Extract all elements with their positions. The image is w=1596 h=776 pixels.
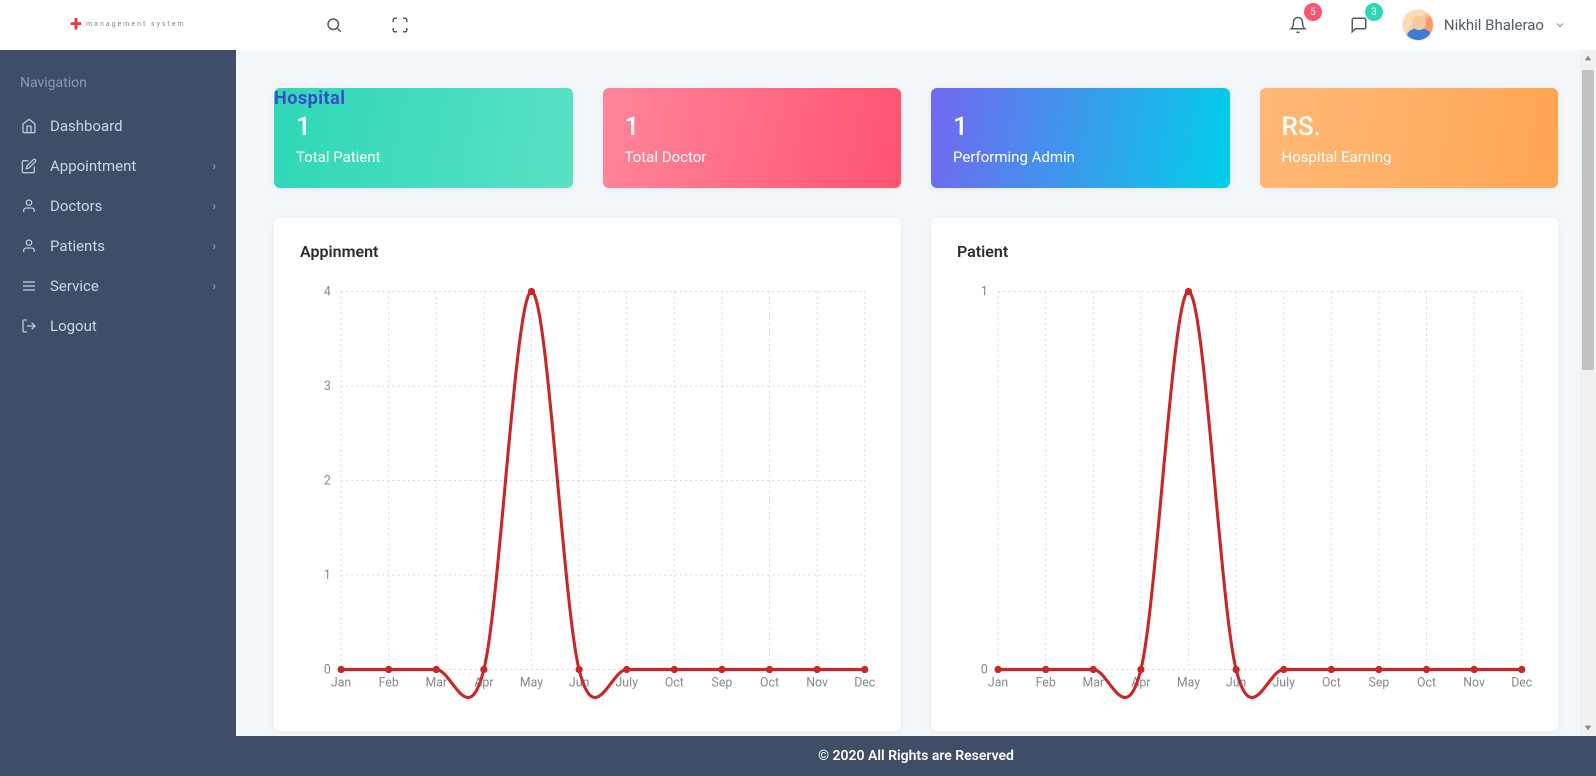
topbar-right: 5 3 Nikhil Bhalerao	[1280, 7, 1566, 43]
scrollbar[interactable]	[1580, 50, 1596, 736]
svg-text:Dec: Dec	[854, 675, 875, 690]
svg-text:0: 0	[324, 663, 331, 678]
sidebar-item-patients[interactable]: Patients ›	[0, 226, 236, 266]
svg-text:2: 2	[324, 474, 331, 489]
fullscreen-button[interactable]	[382, 7, 418, 43]
messages-button[interactable]: 3	[1341, 7, 1377, 43]
svg-text:Sep: Sep	[1369, 675, 1390, 690]
svg-text:Oct: Oct	[1322, 675, 1341, 690]
chart-panel-appinment: Appinment01234JanFebMarAprMayJunJulyOctS…	[274, 218, 901, 731]
sidebar-item-label: Appointment	[50, 157, 136, 175]
stat-label: Total Patient	[296, 148, 551, 166]
sidebar-item-label: Service	[50, 277, 99, 295]
logo[interactable]: + Hospital management system	[70, 14, 186, 36]
topbar-left-icons	[316, 7, 418, 43]
bell-icon	[1289, 16, 1307, 34]
chevron-down-icon	[1554, 19, 1566, 31]
footer: © 2020 All Rights are Reserved	[236, 736, 1596, 776]
edit-icon	[20, 158, 38, 174]
svg-text:Oct: Oct	[665, 675, 684, 690]
svg-text:Nov: Nov	[1463, 675, 1485, 690]
sidebar-item-dashboard[interactable]: Dashboard	[0, 106, 236, 146]
chart-title: Appinment	[300, 242, 875, 261]
svg-text:Feb: Feb	[1036, 675, 1056, 690]
stat-value: 1	[296, 112, 551, 142]
chevron-right-icon: ›	[212, 199, 216, 213]
svg-text:Mar: Mar	[425, 675, 447, 690]
topbar: + Hospital management system 5 3 Nikhil …	[0, 0, 1596, 50]
svg-text:May: May	[1177, 675, 1200, 690]
svg-text:Jan: Jan	[988, 675, 1008, 690]
sidebar-item-doctors[interactable]: Doctors ›	[0, 186, 236, 226]
sidebar-item-appointment[interactable]: Appointment ›	[0, 146, 236, 186]
logout-icon	[20, 318, 38, 334]
logo-subtitle: management system	[86, 20, 186, 28]
chart-title: Patient	[957, 242, 1532, 261]
nav-header: Navigation	[0, 75, 236, 106]
message-icon	[1350, 16, 1368, 34]
chart-canvas: 01234JanFebMarAprMayJunJulyOctSepOctNovD…	[300, 281, 875, 701]
svg-text:1: 1	[324, 568, 331, 583]
svg-text:Oct: Oct	[1417, 675, 1436, 690]
stat-label: Performing Admin	[953, 148, 1208, 166]
sidebar-item-label: Logout	[50, 317, 97, 335]
notifications-badge: 5	[1304, 3, 1322, 21]
avatar	[1402, 9, 1434, 41]
main: 1 Total Patient 1 Total Doctor 1 Performing A…	[236, 50, 1596, 736]
svg-text:1: 1	[981, 285, 988, 300]
chart-canvas: 01JanFebMarAprMayJunJulyOctSepOctNovDec	[957, 281, 1532, 701]
user-name: Nikhil Bhalerao	[1444, 16, 1544, 34]
stat-value: 1	[953, 112, 1208, 142]
stat-value: RS.	[1282, 112, 1537, 142]
svg-text:Nov: Nov	[806, 675, 828, 690]
sidebar-item-label: Patients	[50, 237, 105, 255]
menu-icon	[20, 278, 38, 294]
chart-panel-patient: Patient01JanFebMarAprMayJunJulyOctSepOct…	[931, 218, 1558, 731]
chevron-right-icon: ›	[212, 159, 216, 173]
sidebar-item-label: Dashboard	[50, 117, 123, 135]
maximize-icon	[391, 16, 409, 34]
logo-title: Hospital	[236, 50, 1596, 108]
scroll-thumb[interactable]	[1582, 70, 1594, 370]
svg-text:July: July	[615, 675, 638, 690]
footer-text: © 2020 All Rights are Reserved	[818, 748, 1014, 764]
scroll-down-icon	[1584, 724, 1592, 732]
sidebar-item-logout[interactable]: Logout	[0, 306, 236, 346]
chevron-right-icon: ›	[212, 279, 216, 293]
notifications-button[interactable]: 5	[1280, 7, 1316, 43]
svg-text:Dec: Dec	[1511, 675, 1532, 690]
home-icon	[20, 118, 38, 134]
sidebar: Navigation Dashboard Appointment › Doctors ›…	[0, 50, 236, 776]
chart-panels: Appinment01234JanFebMarAprMayJunJulyOctS…	[274, 218, 1558, 731]
stat-label: Hospital Earning	[1282, 148, 1537, 166]
logo-cross-icon: +	[70, 14, 82, 36]
sidebar-item-label: Doctors	[50, 197, 102, 215]
svg-text:Jan: Jan	[331, 675, 351, 690]
svg-text:Oct: Oct	[760, 675, 779, 690]
person-icon	[20, 198, 38, 214]
svg-text:Mar: Mar	[1082, 675, 1104, 690]
sidebar-item-service[interactable]: Service ›	[0, 266, 236, 306]
svg-text:0: 0	[981, 663, 988, 678]
messages-badge: 3	[1365, 3, 1383, 21]
svg-text:Sep: Sep	[712, 675, 733, 690]
svg-text:May: May	[520, 675, 543, 690]
stat-label: Total Doctor	[625, 148, 880, 166]
user-menu[interactable]: Nikhil Bhalerao	[1402, 9, 1566, 41]
search-button[interactable]	[316, 7, 352, 43]
logo-text: Hospital management system	[86, 22, 186, 28]
svg-text:3: 3	[324, 379, 331, 394]
svg-text:July: July	[1272, 675, 1295, 690]
search-icon	[325, 16, 343, 34]
person-icon	[20, 238, 38, 254]
stat-value: 1	[625, 112, 880, 142]
chevron-right-icon: ›	[212, 239, 216, 253]
svg-text:Feb: Feb	[379, 675, 399, 690]
svg-text:4: 4	[324, 285, 331, 300]
